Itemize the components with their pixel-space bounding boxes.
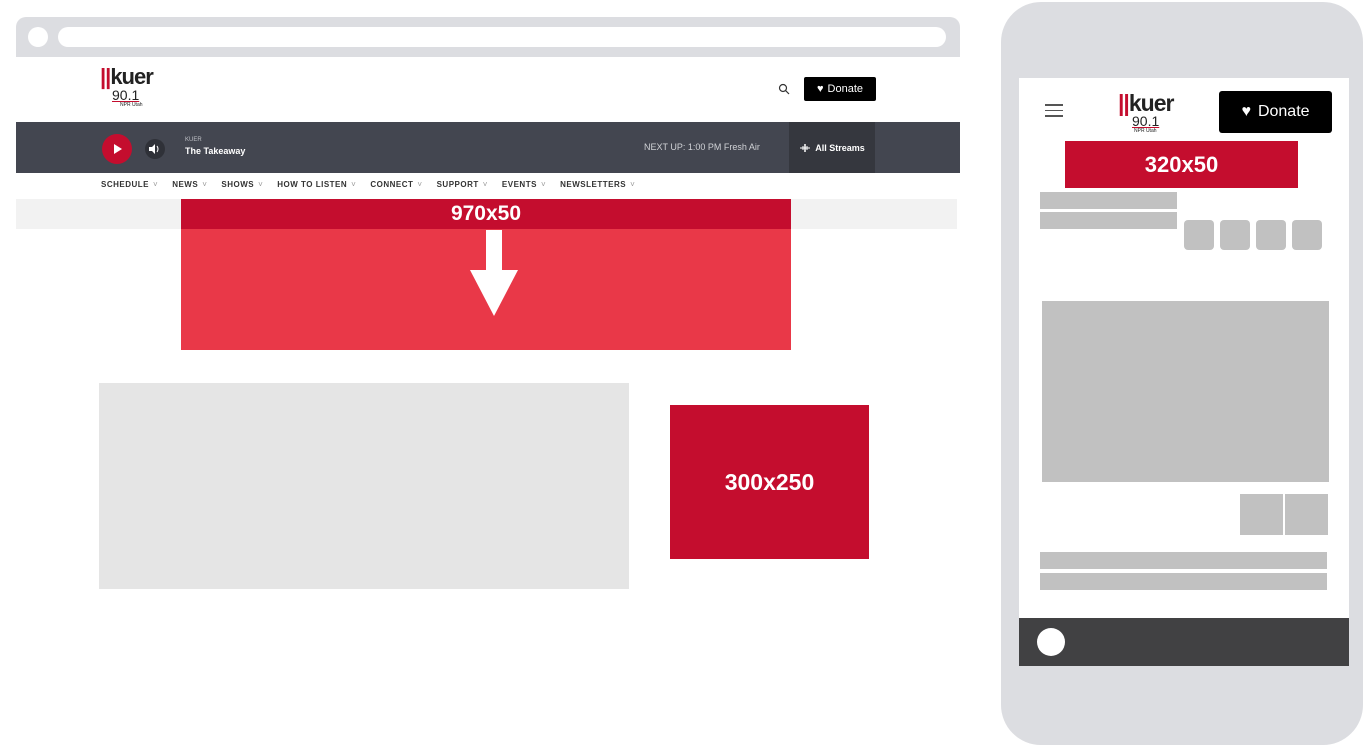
search-icon[interactable] xyxy=(778,83,790,95)
menu-icon[interactable] xyxy=(1045,104,1063,118)
text-placeholder xyxy=(1040,552,1327,569)
content-placeholder xyxy=(99,383,629,589)
mobile-site-logo[interactable]: ||kuer 90.1 NPR Utah xyxy=(1118,90,1174,135)
browser-chrome xyxy=(16,17,960,57)
mobile-donate-button[interactable]: ♥ Donate xyxy=(1219,91,1332,133)
nav-item-connect[interactable]: CONNECT ˅ xyxy=(370,180,422,192)
nav-item-events[interactable]: EVENTS ˅ xyxy=(502,180,546,192)
chevron-down-icon: ˅ xyxy=(351,180,357,189)
mobile-phone-mockup: ||kuer 90.1 NPR Utah ♥ Donate 320x50 xyxy=(1001,2,1363,745)
speaker-icon xyxy=(149,144,159,154)
logo-bars: || xyxy=(1118,90,1130,116)
nav-item-newsletters[interactable]: NEWSLETTERS ˅ xyxy=(560,180,635,192)
mobile-banner-ad[interactable]: 320x50 xyxy=(1065,141,1298,188)
chevron-down-icon: ˅ xyxy=(258,180,264,189)
site-logo[interactable]: ||kuer 90.1 NPR Utah xyxy=(100,64,154,109)
share-icon-placeholder[interactable] xyxy=(1256,220,1286,250)
chevron-down-icon: ˅ xyxy=(482,180,488,189)
text-placeholder xyxy=(1040,573,1327,590)
nav-item-schedule[interactable]: SCHEDULE ˅ xyxy=(101,180,158,192)
chevron-down-icon: ˅ xyxy=(540,180,547,189)
station-name: KUER xyxy=(185,137,202,143)
all-streams-label: All Streams xyxy=(815,142,865,153)
browser-address-bar[interactable] xyxy=(58,27,946,47)
share-icon-placeholder[interactable] xyxy=(1220,220,1250,250)
thumbnail-placeholder xyxy=(1285,494,1328,535)
desktop-browser-mockup: ||kuer 90.1 NPR Utah ♥ Donate KUER The T… xyxy=(16,17,960,597)
headline-placeholder xyxy=(1040,192,1177,209)
logo-bars: || xyxy=(100,64,111,89)
rectangle-ad[interactable]: 300x250 xyxy=(670,405,869,559)
thumbnail-placeholder xyxy=(1240,494,1283,535)
main-navigation: SCHEDULE ˅ NEWS ˅ SHOWS ˅ HOW TO LISTEN ˅ CO… xyxy=(101,180,635,192)
nav-item-news[interactable]: NEWS ˅ xyxy=(172,180,207,192)
logo-name: kuer xyxy=(110,64,153,89)
play-button[interactable] xyxy=(102,134,132,164)
volume-button[interactable] xyxy=(145,139,165,159)
current-show: The Takeaway xyxy=(185,146,246,156)
donate-button[interactable]: ♥ Donate xyxy=(804,77,876,101)
nav-item-how-to-listen[interactable]: HOW TO LISTEN ˅ xyxy=(277,180,356,192)
browser-window-dot xyxy=(28,27,48,47)
donate-label: Donate xyxy=(827,83,863,95)
mobile-screen: ||kuer 90.1 NPR Utah ♥ Donate 320x50 xyxy=(1019,78,1349,666)
play-icon xyxy=(114,144,122,154)
heart-icon: ♥ xyxy=(1241,103,1251,120)
image-placeholder xyxy=(1042,301,1329,482)
heart-icon: ♥ xyxy=(816,83,824,95)
donate-label: Donate xyxy=(1257,103,1310,120)
nav-item-support[interactable]: SUPPORT ˅ xyxy=(437,180,488,192)
mobile-play-button[interactable] xyxy=(1037,628,1065,656)
share-icon-placeholder[interactable] xyxy=(1184,220,1214,250)
logo-frequency: 90.1 xyxy=(112,87,140,103)
chevron-down-icon: ˅ xyxy=(417,180,423,189)
radio-player-bar: KUER The Takeaway NEXT UP: 1:00 PM Fresh… xyxy=(16,122,960,173)
nav-item-shows[interactable]: SHOWS ˅ xyxy=(221,180,263,192)
logo-tagline: NPR Utah xyxy=(120,102,143,108)
leaderboard-ad[interactable]: 970x50 xyxy=(181,199,791,229)
logo-tagline: NPR Utah xyxy=(1134,128,1157,134)
chevron-down-icon: ˅ xyxy=(153,180,159,189)
next-up-text: NEXT UP: 1:00 PM Fresh Air xyxy=(644,142,760,152)
chevron-down-icon: ˅ xyxy=(202,180,208,189)
all-streams-button[interactable]: All Streams xyxy=(789,122,875,173)
chevron-down-icon: ˅ xyxy=(630,180,636,189)
headline-placeholder xyxy=(1040,212,1177,229)
logo-frequency: 90.1 xyxy=(1132,113,1160,129)
arrow-down-icon xyxy=(470,230,518,316)
mobile-player-bar xyxy=(1019,618,1349,666)
waveform-icon xyxy=(800,143,811,152)
share-icon-placeholder[interactable] xyxy=(1292,220,1322,250)
